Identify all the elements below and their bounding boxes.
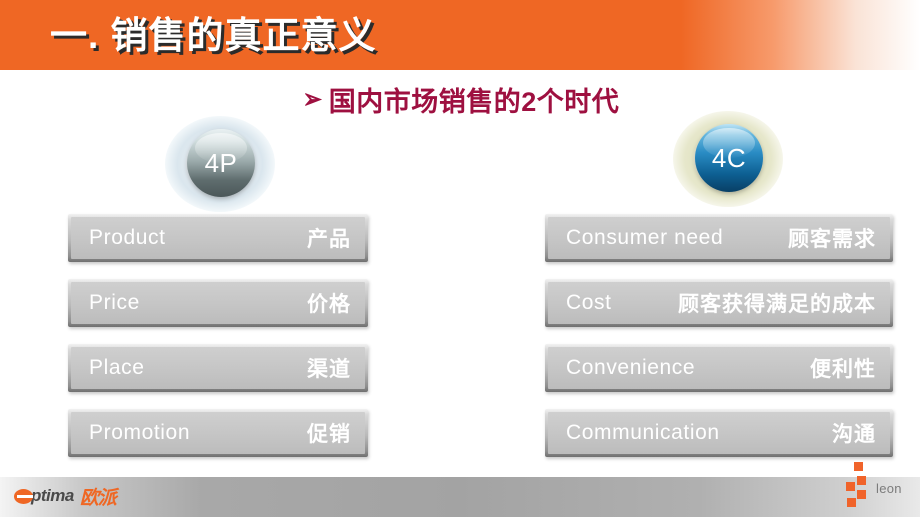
leon-watermark-label: leon (876, 481, 902, 496)
footer-bar (0, 477, 920, 517)
item-cn-price: 价格 (307, 293, 351, 316)
item-cn-consumer-need: 顾客需求 (788, 228, 876, 251)
badge-4c-label: 4C (711, 143, 747, 173)
item-box-consumer-need[interactable]: Consumer need 顾客需求 (545, 214, 893, 262)
badge-4p: 4P (165, 116, 275, 212)
item-box-consumer-need-inner: Consumer need 顾客需求 (548, 217, 890, 259)
item-cn-communication: 沟通 (832, 423, 876, 446)
item-box-product-inner: Product 产品 (71, 217, 365, 259)
subtitle-text: 国内市场销售的2个时代 (328, 87, 620, 117)
square-icon-1 (854, 462, 863, 471)
item-en-promotion: Promotion (89, 421, 191, 444)
square-icon-4 (857, 490, 866, 499)
item-en-consumer-need: Consumer need (566, 226, 724, 249)
item-en-communication: Communication (566, 421, 720, 444)
optima-o-icon (14, 488, 33, 504)
item-box-promotion-inner: Promotion 促销 (71, 412, 365, 454)
item-en-price: Price (89, 291, 140, 314)
item-box-communication-inner: Communication 沟通 (548, 412, 890, 454)
item-box-cost-inner: Cost 顾客获得满足的成本 (548, 282, 890, 324)
badge-4p-label: 4P (204, 148, 238, 178)
item-cn-convenience: 便利性 (810, 358, 876, 381)
square-icon-3 (857, 476, 866, 485)
square-icon-5 (847, 498, 856, 507)
item-box-communication[interactable]: Communication 沟通 (545, 409, 893, 457)
item-en-cost: Cost (566, 291, 612, 314)
item-cn-promotion: 促销 (307, 423, 351, 446)
item-en-convenience: Convenience (566, 356, 696, 379)
item-box-place[interactable]: Place 渠道 (68, 344, 368, 392)
item-box-price-inner: Price 价格 (71, 282, 365, 324)
item-box-convenience-inner: Convenience 便利性 (548, 347, 890, 389)
page-title: 一. 销售的真正意义 (50, 15, 377, 56)
brand-name: ptima (31, 486, 74, 505)
slide: 一. 销售的真正意义 ➢ 国内市场销售的2个时代 4P 4C Product 产… (0, 0, 920, 517)
item-box-price[interactable]: Price 价格 (68, 279, 368, 327)
item-cn-cost: 顾客获得满足的成本 (678, 293, 876, 316)
item-cn-product: 产品 (307, 228, 351, 251)
leon-watermark: leon (846, 460, 916, 512)
item-box-convenience[interactable]: Convenience 便利性 (545, 344, 893, 392)
item-en-place: Place (89, 356, 145, 379)
badge-4c: 4C (673, 111, 783, 207)
badge-4p-sphere: 4P (187, 129, 255, 197)
brand-logo: ptima 欧派 (14, 484, 117, 509)
item-box-promotion[interactable]: Promotion 促销 (68, 409, 368, 457)
arrow-bullet-icon: ➢ (302, 84, 322, 114)
brand-name-cn: 欧派 (79, 487, 117, 509)
item-box-place-inner: Place 渠道 (71, 347, 365, 389)
item-cn-place: 渠道 (307, 358, 351, 381)
square-icon-2 (846, 482, 855, 491)
badge-4c-sphere: 4C (695, 124, 763, 192)
item-box-cost[interactable]: Cost 顾客获得满足的成本 (545, 279, 893, 327)
item-box-product[interactable]: Product 产品 (68, 214, 368, 262)
item-en-product: Product (89, 226, 166, 249)
